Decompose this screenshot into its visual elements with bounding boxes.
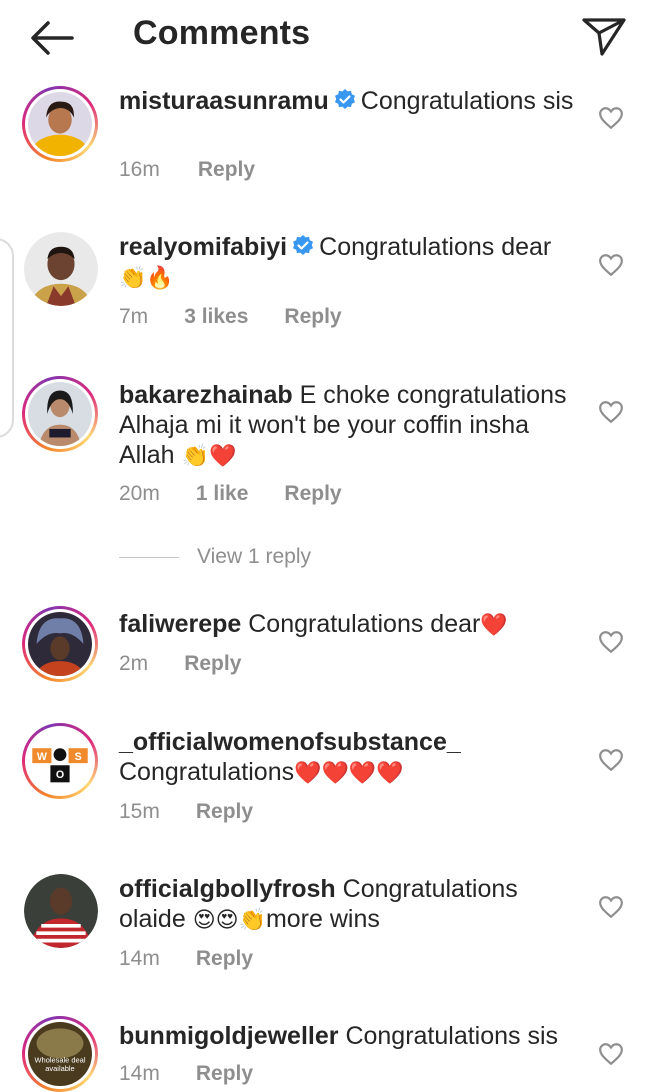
comment-text: bunmigoldjeweller Congratulations sis <box>119 1021 589 1051</box>
verified-badge-icon <box>293 235 314 255</box>
like-heart-icon[interactable] <box>598 747 624 773</box>
comment-time: 16m <box>119 158 160 181</box>
likes-count[interactable]: 3 likes <box>184 305 248 329</box>
comment-meta: 14m Reply <box>119 947 253 971</box>
avatar[interactable] <box>24 874 98 948</box>
top-bar: Comments <box>0 0 662 72</box>
avatar[interactable] <box>24 232 98 306</box>
comment-text: bakarezhainab E choke congratulations Al… <box>119 380 589 472</box>
like-heart-icon[interactable] <box>598 629 624 655</box>
reply-button[interactable]: Reply <box>184 652 241 676</box>
avatar[interactable] <box>22 86 98 162</box>
comment-body: Congratulations sis <box>360 87 574 115</box>
reply-button[interactable]: Reply <box>284 305 341 329</box>
like-heart-icon[interactable] <box>598 894 624 920</box>
comment-emojis: 👏🔥 <box>119 266 174 291</box>
comment-username[interactable]: bunmigoldjeweller <box>119 1022 338 1050</box>
share-button[interactable] <box>580 14 628 60</box>
comment-text: misturaasunramu Congratulations sis <box>119 86 589 116</box>
like-heart-icon[interactable] <box>598 399 624 425</box>
comment-emojis: 😍😍👏 <box>192 908 266 933</box>
comment-username[interactable]: realyomifabiyi <box>119 233 287 261</box>
comment-time: 14m <box>119 1062 160 1085</box>
reply-button[interactable]: Reply <box>284 482 341 506</box>
comment-username[interactable]: _officialwomenofsubstance_ <box>119 728 461 756</box>
wos-letter-o: O <box>56 769 64 781</box>
comment-username[interactable]: officialgbollyfrosh <box>119 875 336 903</box>
comment-meta: 7m 3 likes Reply <box>119 305 342 329</box>
back-button[interactable] <box>28 18 76 58</box>
comment-text: realyomifabiyi Congratulations dear 👏🔥 <box>119 232 589 294</box>
comment-time: 14m <box>119 947 160 970</box>
comment-body: Congratulations <box>119 758 295 786</box>
comment-text: officialgbollyfrosh Congratulations olai… <box>119 874 589 936</box>
page-title: Comments <box>133 14 311 52</box>
reply-button[interactable]: Reply <box>196 800 253 824</box>
comment-body: Congratulations sis <box>345 1022 559 1050</box>
comment-meta: 14m Reply <box>119 1062 253 1086</box>
avatar-text-line2: available <box>45 1064 74 1073</box>
comment-body: Congratulations dear <box>319 233 552 261</box>
view-replies-label: View 1 reply <box>197 545 312 568</box>
comment-emojis: 👏❤️ <box>181 444 237 469</box>
view-replies-button[interactable]: View 1 reply <box>119 545 311 571</box>
comment-time: 20m <box>119 482 160 505</box>
divider <box>119 556 179 558</box>
avatar[interactable] <box>22 606 98 682</box>
like-heart-icon[interactable] <box>598 1041 624 1067</box>
reply-button[interactable]: Reply <box>196 947 253 971</box>
comment-emojis: ❤️ <box>480 613 508 638</box>
comment-emojis: ❤️❤️❤️❤️ <box>294 761 404 786</box>
avatar[interactable] <box>22 376 98 452</box>
comment-meta: 16m Reply <box>119 158 255 182</box>
wos-letter-s: S <box>75 751 82 763</box>
comment-username[interactable]: bakarezhainab <box>119 381 293 409</box>
comment-body: Congratulations dear <box>248 610 481 638</box>
comment-text: faliwerepe Congratulations dear❤️ <box>119 609 589 641</box>
comment-body-tail: more wins <box>265 905 380 933</box>
reply-button[interactable]: Reply <box>196 1062 253 1086</box>
reply-button[interactable]: Reply <box>198 158 255 182</box>
like-heart-icon[interactable] <box>598 105 624 131</box>
comment-meta: 2m Reply <box>119 652 241 676</box>
avatar[interactable]: W S O <box>22 723 98 799</box>
verified-badge-icon <box>334 89 355 109</box>
comment-time: 2m <box>119 652 149 675</box>
comment-time: 15m <box>119 800 160 823</box>
comment-meta: 15m Reply <box>119 800 253 824</box>
comment-username[interactable]: misturaasunramu <box>119 87 329 115</box>
side-edge-handle <box>0 238 14 438</box>
arrow-left-icon <box>31 21 74 55</box>
comment-meta: 20m 1 like Reply <box>119 482 342 506</box>
paper-plane-icon <box>582 18 626 56</box>
like-heart-icon[interactable] <box>598 252 624 278</box>
wos-letter-w: W <box>37 751 48 763</box>
comment-time: 7m <box>119 305 149 328</box>
comment-text: _officialwomenofsubstance_ Congratulation… <box>119 727 589 789</box>
comment-username[interactable]: faliwerepe <box>119 610 241 638</box>
likes-count[interactable]: 1 like <box>196 482 249 506</box>
